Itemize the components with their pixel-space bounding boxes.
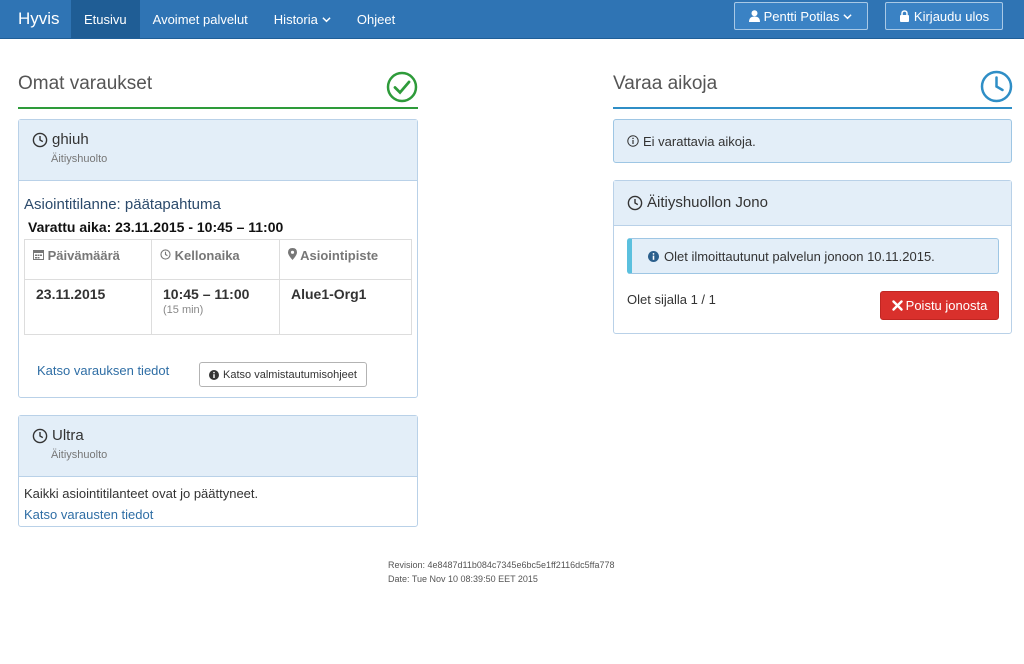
my-bookings-title: Omat varaukset bbox=[18, 73, 153, 94]
reserve-times-title: Varaa aikoja bbox=[613, 73, 718, 94]
check-circle-icon bbox=[386, 71, 418, 103]
booking-panel-header: Ultra Äitiyshuolto bbox=[19, 416, 417, 477]
brand-logo[interactable]: Hyvis bbox=[0, 0, 71, 38]
clock-icon bbox=[160, 249, 171, 260]
footer-date: Date: Tue Nov 10 08:39:50 EET 2015 bbox=[388, 574, 538, 584]
clock-icon bbox=[32, 132, 48, 147]
map-marker-icon bbox=[288, 248, 297, 260]
booking-service: Äitiyshuolto bbox=[51, 449, 108, 461]
booking-time: 10:45 – 11:00 (15 min) bbox=[151, 279, 280, 335]
booking-details-link[interactable]: Katso varauksen tiedot bbox=[37, 363, 169, 378]
booking-title-text: Ultra bbox=[52, 427, 84, 444]
column-location-label: Asiointipiste bbox=[300, 248, 379, 263]
leave-queue-label: Poistu jonosta bbox=[905, 298, 988, 313]
column-time-label: Kellonaika bbox=[174, 248, 240, 263]
column-location: Asiointipiste bbox=[279, 239, 412, 280]
booking-panel: ghiuh Äitiyshuolto Asiointitilanne: päät… bbox=[18, 119, 418, 398]
queue-notice-text: Olet ilmoittautunut palvelun jonoon 10.1… bbox=[664, 248, 935, 264]
booking-panel: Ultra Äitiyshuolto Kaikki asiointitilant… bbox=[18, 415, 418, 527]
info-circle-icon bbox=[627, 135, 639, 147]
info-circle-icon bbox=[648, 250, 659, 262]
no-times-text: Ei varattavia aikoja. bbox=[643, 133, 756, 149]
booking-time-value: 10:45 – 11:00 bbox=[163, 286, 250, 302]
booking-location-value: Alue1-Org1 bbox=[291, 286, 367, 302]
booking-date: 23.11.2015 bbox=[24, 279, 152, 335]
preparation-instructions-button[interactable]: Katso valmistautumisohjeet bbox=[199, 362, 367, 387]
reserve-times-divider bbox=[613, 107, 1012, 109]
no-times-alert: Ei varattavia aikoja. bbox=[613, 119, 1012, 163]
nav-home[interactable]: Etusivu bbox=[71, 0, 140, 38]
bookings-details-link[interactable]: Katso varausten tiedot bbox=[24, 507, 153, 522]
queue-position: Olet sijalla 1 / 1 bbox=[627, 292, 716, 307]
booking-date-value: 23.11.2015 bbox=[36, 286, 106, 302]
booking-duration: (15 min) bbox=[163, 304, 204, 316]
user-name: Pentti Potilas bbox=[763, 8, 840, 24]
footer: Revision: 4e8487d11b084c7345e6bc5e1ff211… bbox=[388, 558, 615, 586]
booking-reserved-time: Varattu aika: 23.11.2015 - 10:45 – 11:00 bbox=[28, 219, 284, 235]
leave-queue-button[interactable]: Poistu jonosta bbox=[880, 291, 999, 320]
info-circle-icon bbox=[209, 369, 220, 380]
nav-history[interactable]: Historia bbox=[261, 0, 344, 38]
booking-title: ghiuh bbox=[32, 131, 417, 148]
chevron-down-icon bbox=[843, 13, 853, 19]
user-menu-button[interactable]: Pentti Potilas bbox=[734, 2, 868, 30]
column-date: Päivämäärä bbox=[24, 239, 152, 280]
lock-icon bbox=[899, 10, 909, 22]
top-navbar: Hyvis Etusivu Avoimet palvelut Historia … bbox=[0, 0, 1024, 39]
nav-history-label: Historia bbox=[273, 11, 318, 27]
column-time: Kellonaika bbox=[151, 239, 280, 280]
booking-message: Kaikki asiointitilanteet ovat jo päättyn… bbox=[24, 486, 259, 501]
queue-panel-header: Äitiyshuollon Jono bbox=[614, 181, 1011, 226]
booking-table: Päivämäärä Kellonaika Asiointipiste 23.1… bbox=[24, 239, 412, 335]
nav-help[interactable]: Ohjeet bbox=[344, 0, 408, 38]
logout-label: Kirjaudu ulos bbox=[913, 8, 990, 24]
footer-revision: Revision: 4e8487d11b084c7345e6bc5e1ff211… bbox=[388, 560, 615, 570]
table-row: 23.11.2015 10:45 – 11:00 (15 min) Alue1-… bbox=[24, 279, 412, 335]
nav-open-services[interactable]: Avoimet palvelut bbox=[140, 0, 261, 38]
calendar-icon bbox=[33, 250, 44, 260]
queue-panel: Äitiyshuollon Jono Olet ilmoittautunut p… bbox=[613, 180, 1012, 334]
booking-title: Ultra bbox=[32, 427, 417, 444]
user-icon bbox=[748, 10, 760, 22]
booking-panel-header: ghiuh Äitiyshuolto bbox=[19, 120, 417, 181]
queue-title-text: Äitiyshuollon Jono bbox=[647, 194, 768, 211]
column-date-label: Päivämäärä bbox=[47, 248, 120, 263]
clock-icon bbox=[980, 70, 1013, 103]
close-icon bbox=[891, 300, 903, 311]
booking-service: Äitiyshuolto bbox=[51, 153, 108, 165]
chevron-down-icon bbox=[322, 16, 331, 22]
booking-table-header: Päivämäärä Kellonaika Asiointipiste bbox=[24, 239, 412, 280]
queue-notice: Olet ilmoittautunut palvelun jonoon 10.1… bbox=[627, 238, 999, 274]
booking-title-text: ghiuh bbox=[52, 131, 89, 148]
queue-title: Äitiyshuollon Jono bbox=[627, 194, 1011, 211]
logout-button[interactable]: Kirjaudu ulos bbox=[885, 2, 1003, 30]
clock-icon bbox=[627, 195, 643, 210]
booking-status: Asiointitilanne: päätapahtuma bbox=[24, 196, 221, 213]
preparation-instructions-label: Katso valmistautumisohjeet bbox=[223, 368, 357, 381]
my-bookings-divider bbox=[18, 107, 418, 109]
clock-icon bbox=[32, 428, 48, 443]
booking-location: Alue1-Org1 bbox=[279, 279, 412, 335]
